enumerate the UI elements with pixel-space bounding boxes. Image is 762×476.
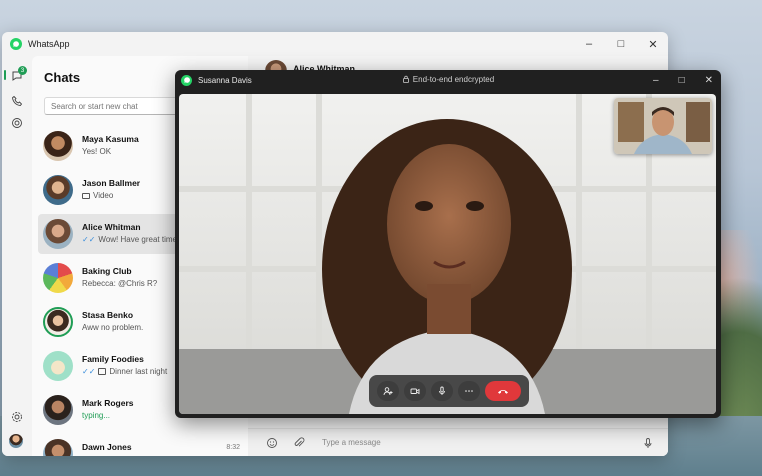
chat-name: Family Foodies [82, 354, 144, 364]
end-call-button[interactable] [485, 381, 521, 401]
status-icon[interactable] [10, 116, 24, 130]
add-participant-button[interactable] [377, 381, 399, 401]
hang-up-icon [498, 390, 508, 394]
avatar [43, 439, 73, 456]
chat-name: Dawn Jones [82, 442, 132, 452]
avatar [43, 131, 73, 161]
microphone-icon [439, 386, 445, 395]
read-check-icon: ✓✓ [82, 235, 96, 244]
chat-name: Stasa Benko [82, 310, 134, 320]
chat-preview: ✓✓ Wow! Have great time [82, 235, 182, 244]
encryption-text: End-to-end endcrypted [412, 75, 495, 84]
encryption-notice: End-to-end endcrypted [175, 70, 721, 90]
typing-indicator: typing... [82, 411, 111, 420]
call-close-button[interactable]: ✕ [705, 75, 713, 86]
window-titlebar[interactable]: WhatsApp [2, 32, 668, 56]
chat-name: Baking Club [82, 266, 132, 276]
message-input[interactable]: Type a message [322, 438, 381, 447]
chats-heading: Chats [44, 70, 81, 85]
avatar [43, 175, 73, 205]
read-check-icon: ✓✓ [82, 367, 96, 376]
more-icon [465, 390, 473, 392]
avatar [43, 219, 73, 249]
avatar [43, 307, 73, 337]
video-camera-icon [410, 388, 420, 395]
add-person-icon [383, 387, 393, 396]
chat-preview: ✓✓ Dinner last night [82, 367, 182, 376]
microphone-icon[interactable] [642, 436, 654, 448]
app-title: WhatsApp [28, 39, 70, 49]
settings-icon[interactable] [10, 410, 24, 424]
emoji-icon[interactable] [266, 436, 278, 448]
camera-toggle-button[interactable] [404, 381, 426, 401]
calls-icon[interactable] [10, 94, 24, 108]
navigation-rail: 3 [2, 56, 30, 456]
whatsapp-logo-icon [10, 38, 22, 50]
minimize-button[interactable]: – [582, 38, 596, 50]
self-view-video[interactable] [614, 98, 712, 154]
chat-name: Jason Ballmer [82, 178, 141, 188]
chat-time: 8:32 [226, 444, 240, 451]
chat-preview: Aww no problem. [82, 323, 144, 332]
call-minimize-button[interactable]: – [653, 75, 659, 86]
attach-icon[interactable] [293, 436, 305, 448]
video-call-window: Susanna Davis End-to-end endcrypted – □ … [175, 70, 721, 418]
chat-name: Mark Rogers [82, 398, 134, 408]
chat-preview-text: Video [93, 191, 114, 200]
chat-preview-text: Wow! Have great time [98, 235, 177, 244]
chat-preview-text: Dinner last night [109, 367, 168, 376]
more-options-button[interactable] [458, 381, 480, 401]
avatar [43, 263, 73, 293]
lock-icon [402, 75, 409, 83]
active-indicator [4, 70, 6, 80]
chat-name: Maya Kasuma [82, 134, 139, 144]
chat-preview: Video [82, 191, 182, 200]
photo-icon [98, 368, 107, 375]
call-controls-bar [369, 375, 529, 407]
chat-preview: Rebecca: @Chris R? [82, 279, 158, 288]
profile-avatar[interactable] [9, 434, 23, 448]
close-button[interactable]: ✕ [646, 38, 660, 51]
unread-badge: 3 [18, 66, 27, 75]
avatar [43, 351, 73, 381]
chat-name: Alice Whitman [82, 222, 141, 232]
maximize-button[interactable]: □ [614, 38, 628, 50]
mute-button[interactable] [431, 381, 453, 401]
video-icon [82, 193, 90, 199]
message-composer: Type a message [248, 428, 668, 456]
avatar [43, 395, 73, 425]
chat-preview: Yes! OK [82, 147, 112, 156]
call-maximize-button[interactable]: □ [679, 75, 685, 86]
chat-item-dawn-jones[interactable]: Dawn Jones 8:32 [38, 434, 248, 456]
